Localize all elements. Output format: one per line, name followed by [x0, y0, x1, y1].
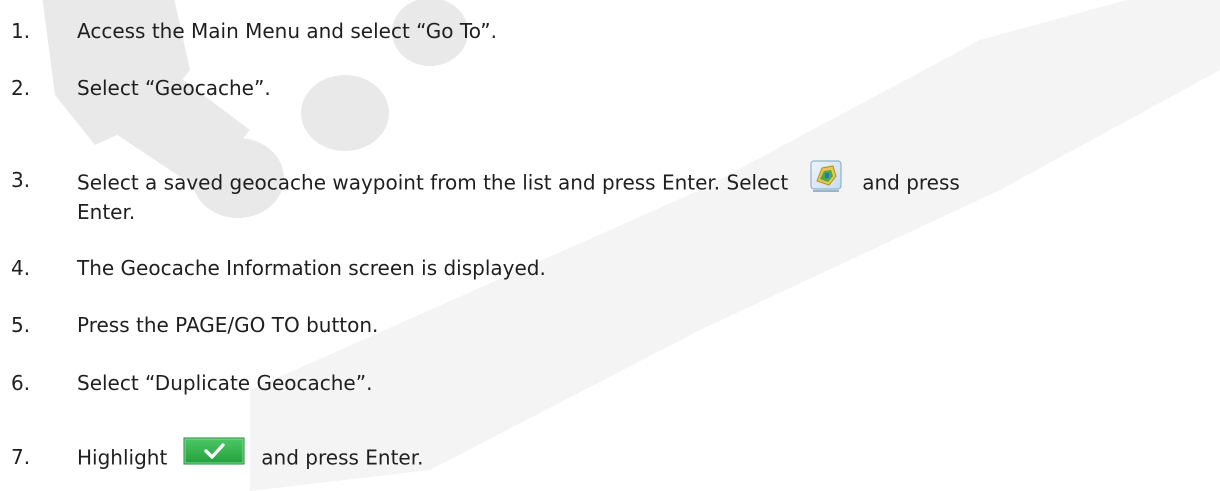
step-number: 7. — [11, 445, 31, 469]
step-text: The Geocache Information screen is displ… — [77, 256, 546, 280]
step-number: 3. — [11, 168, 31, 192]
step-number: 2. — [11, 76, 31, 100]
checkmark-button-icon — [183, 437, 245, 475]
step-text-after-icon: and press — [862, 170, 960, 195]
step-text: Select “Duplicate Geocache”. — [77, 371, 373, 395]
step-3: 3. Select a saved geocache waypoint from… — [0, 160, 1220, 231]
step-text: Access the Main Menu and select “Go To”. — [77, 19, 497, 43]
step-number: 6. — [11, 371, 31, 395]
step-text-after-icon: and press Enter. — [261, 445, 424, 470]
step-list: 1. Access the Main Menu and select “Go T… — [0, 0, 1220, 491]
step-text: Press the PAGE/GO TO button. — [77, 313, 379, 337]
step-text-before-icon: Highlight — [77, 445, 168, 470]
waypoint-map-icon — [808, 160, 844, 202]
step-text: Highlight and press Enter. — [77, 437, 424, 478]
step-text: Select a saved geocache waypoint from th… — [77, 160, 960, 205]
step-number: 1. — [11, 19, 31, 43]
step-number: 5. — [11, 313, 31, 337]
step-text: Select “Geocache”. — [77, 76, 271, 100]
step-text-before-icon: Select a saved geocache waypoint from th… — [77, 170, 789, 195]
step-number: 4. — [11, 256, 31, 280]
step-text-continued: Enter. — [77, 200, 136, 224]
